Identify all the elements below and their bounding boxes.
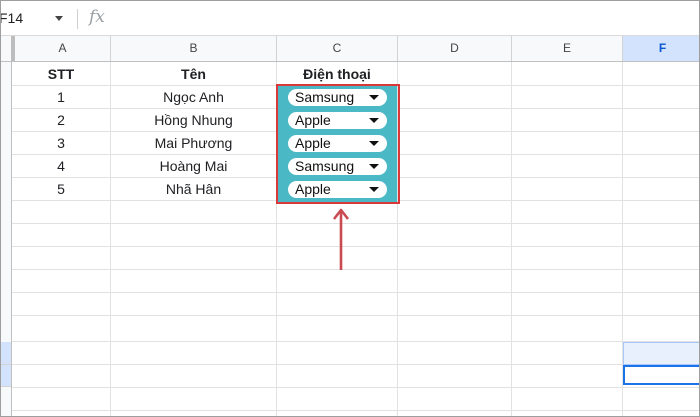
column-header-e[interactable]: E	[512, 36, 623, 61]
cell-stt[interactable]: 1	[12, 86, 110, 109]
column-header-b[interactable]: B	[111, 36, 277, 61]
cell-stt[interactable]: 2	[12, 109, 110, 132]
cell-stt[interactable]: 3	[12, 132, 110, 155]
cell-stt[interactable]: 5	[12, 178, 110, 201]
cell-header-dien-thoai[interactable]: Điện thoại	[277, 63, 397, 86]
grid-line	[12, 410, 699, 411]
cell-ten[interactable]: Mai Phương	[111, 132, 276, 155]
highlight-border	[276, 84, 400, 204]
cell-ten[interactable]: Hồng Nhung	[111, 109, 276, 132]
selected-range[interactable]	[623, 342, 699, 365]
grid-line	[12, 292, 699, 293]
name-box-divider	[77, 9, 78, 29]
row-header-selected-2[interactable]	[1, 365, 11, 387]
active-cell[interactable]	[623, 365, 699, 385]
cell-ten[interactable]: Nhã Hân	[111, 178, 276, 201]
formula-bar: F14 fx	[1, 1, 699, 36]
name-box-value: F14	[0, 10, 24, 26]
cell-header-ten[interactable]: Tên	[111, 63, 276, 86]
grid-line	[12, 387, 699, 388]
cell-stt[interactable]: 4	[12, 155, 110, 178]
column-header-a[interactable]: A	[15, 36, 111, 61]
column-header-c[interactable]: C	[277, 36, 398, 61]
grid-line	[511, 62, 512, 416]
arrow-up-icon	[332, 208, 350, 270]
name-box[interactable]: F14	[1, 1, 69, 35]
cell-ten[interactable]: Hoàng Mai	[111, 155, 276, 178]
cell-ten[interactable]: Ngọc Anh	[111, 86, 276, 109]
grid-line	[12, 315, 699, 316]
column-header-row: A B C D E F	[1, 36, 699, 62]
grid-line	[12, 223, 699, 224]
fx-icon: fx	[89, 7, 105, 27]
select-all-corner[interactable]	[1, 36, 15, 61]
column-header-d[interactable]: D	[398, 36, 512, 61]
column-header-f[interactable]: F	[623, 36, 699, 61]
chevron-down-icon[interactable]	[55, 16, 63, 21]
grid-line	[12, 364, 699, 365]
grid-line	[12, 341, 699, 342]
grid-line	[12, 269, 699, 270]
cell-header-stt[interactable]: STT	[12, 63, 110, 86]
grid-line	[12, 246, 699, 247]
row-header-selected-1[interactable]	[1, 342, 11, 365]
spreadsheet-window: F14 fx A B C D E F STT Tên Điện thoại 1 …	[0, 0, 700, 417]
